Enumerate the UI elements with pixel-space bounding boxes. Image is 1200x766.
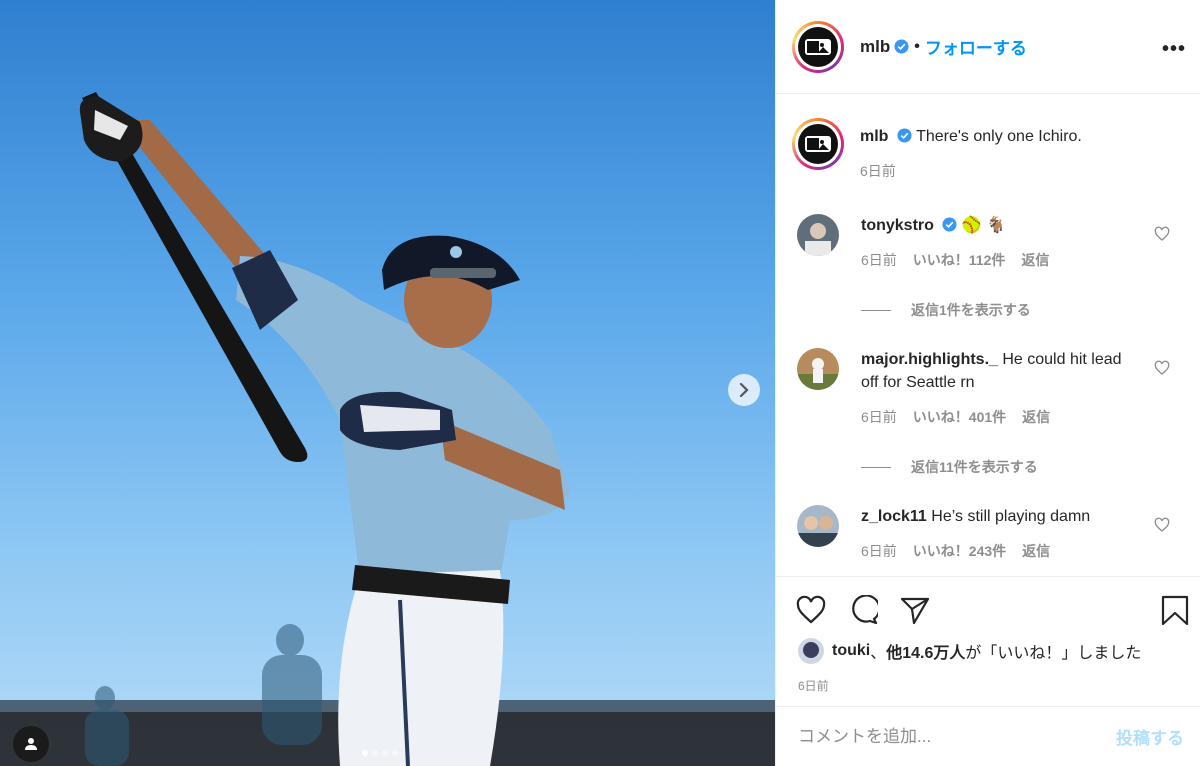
reply-button[interactable]: 返信 (1022, 540, 1050, 563)
comment-item: z_lock11 He’s still playing damn 6日前 いいね… (797, 505, 1192, 563)
avatar[interactable] (797, 214, 839, 256)
comment-item: major.highlights._ He could hit lead off… (797, 348, 1192, 429)
tagged-users-button[interactable] (13, 726, 49, 762)
avatar[interactable] (792, 20, 844, 73)
instagram-post: mlb • フォローする ••• mlb There's only one Ic… (0, 0, 1200, 766)
comment-time[interactable]: 6日前 (861, 406, 897, 429)
caption-text: There's only one Ichiro. (916, 128, 1082, 145)
bookmark-icon[interactable] (1160, 595, 1190, 625)
heart-icon[interactable] (796, 595, 826, 625)
comment-username[interactable]: z_lock11 (861, 508, 927, 525)
comment-item: tonykstro 🥎 🐐 6日前 いいね！112件 返信 (797, 214, 1192, 272)
comment-like-count[interactable]: いいね！243件 (913, 540, 1006, 563)
comments-list[interactable]: mlb There's only one Ichiro. 6日前 tonykst… (776, 94, 1200, 576)
verified-badge-icon (942, 217, 957, 232)
paper-plane-icon[interactable] (900, 595, 930, 625)
view-replies-button[interactable]: 返信1件を表示する (861, 300, 1031, 320)
comment-username[interactable]: major.highlights._ (861, 351, 998, 368)
post-timestamp[interactable]: 6日前 (798, 677, 829, 694)
comment-text: 🥎 🐐 (961, 217, 1007, 234)
user-icon (25, 738, 37, 750)
post-image[interactable] (0, 0, 775, 766)
comment-like-count[interactable]: いいね！112件 (913, 249, 1006, 272)
comment-like-count[interactable]: いいね！401件 (913, 406, 1006, 429)
avatar[interactable] (797, 505, 839, 547)
avatar[interactable] (792, 118, 844, 170)
verified-badge-icon (897, 128, 912, 143)
baseball-player-photo (0, 92, 775, 766)
header-separator: • (914, 37, 920, 55)
caption: mlb There's only one Ichiro. 6日前 (792, 118, 1082, 181)
comment-input[interactable] (796, 725, 1116, 748)
avatar[interactable] (798, 638, 824, 664)
heart-icon[interactable] (1154, 226, 1170, 242)
carousel-dot (382, 750, 388, 756)
comment-time[interactable]: 6日前 (861, 540, 897, 563)
follow-button[interactable]: フォローする (925, 34, 1027, 59)
carousel-dot (392, 750, 398, 756)
view-replies-label: 返信11件を表示する (911, 459, 1038, 475)
comment-bubble-icon[interactable] (848, 595, 878, 625)
mlb-logo-icon (805, 38, 831, 55)
post-header: mlb • フォローする ••• (776, 0, 1200, 94)
heart-icon[interactable] (1154, 360, 1170, 376)
reply-button[interactable]: 返信 (1021, 249, 1049, 272)
caption-username[interactable]: mlb (860, 128, 888, 145)
caption-time[interactable]: 6日前 (860, 161, 1082, 181)
carousel-dot (372, 750, 378, 756)
next-slide-button[interactable] (728, 374, 760, 406)
likes-others[interactable]: 他14.6万人 (886, 639, 965, 663)
avatar[interactable] (797, 348, 839, 390)
likes-user[interactable]: touki (832, 642, 870, 660)
comment-text: He’s still playing damn (931, 508, 1091, 525)
likes-summary: touki 、 他14.6万人 が「いいね！」しました (798, 638, 1141, 664)
carousel-indicator (362, 750, 398, 756)
action-bar (776, 576, 1200, 643)
verified-badge-icon (894, 39, 909, 54)
heart-icon[interactable] (1154, 517, 1170, 533)
header-username[interactable]: mlb (860, 37, 890, 57)
view-replies-button[interactable]: 返信11件を表示する (861, 457, 1038, 477)
post-comment-button[interactable]: 投稿する (1116, 724, 1184, 749)
mlb-logo-icon (805, 136, 831, 152)
carousel-dot (362, 750, 368, 756)
reply-button[interactable]: 返信 (1022, 406, 1050, 429)
comment-time[interactable]: 6日前 (861, 249, 897, 272)
view-replies-label: 返信1件を表示する (911, 302, 1031, 318)
chevron-right-icon (739, 383, 749, 397)
add-comment-bar: 投稿する (776, 706, 1200, 766)
likes-separator: 、 (870, 645, 887, 662)
comment-username[interactable]: tonykstro (861, 217, 934, 234)
post-side-panel: mlb • フォローする ••• mlb There's only one Ic… (775, 0, 1200, 766)
more-options-button[interactable]: ••• (1162, 38, 1186, 61)
likes-suffix: が「いいね！」しました (965, 645, 1142, 662)
